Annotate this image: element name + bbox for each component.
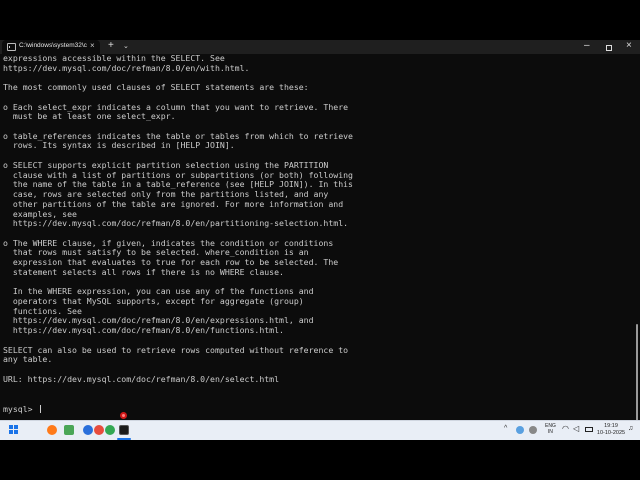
- terminal-line: operators that MySQL supports, except fo…: [3, 295, 304, 306]
- chrome-icon[interactable]: [105, 425, 115, 435]
- tray-app-icon-2[interactable]: [529, 426, 537, 434]
- terminal-line: https://dev.mysql.com/doc/refman/8.0/en/…: [3, 325, 284, 336]
- terminal-taskbar-icon[interactable]: [119, 425, 129, 435]
- letterbox-bottom: [0, 440, 640, 480]
- battery-icon[interactable]: [585, 427, 593, 432]
- notification-bell-icon[interactable]: ♫: [628, 425, 633, 432]
- clock-time: 19:19: [604, 423, 618, 429]
- prompt-line[interactable]: mysql>: [3, 404, 41, 414]
- tab-close-icon[interactable]: ×: [90, 41, 95, 50]
- cursor-highlight-icon: [120, 412, 127, 419]
- store-icon[interactable]: [83, 425, 93, 435]
- chevron-up-icon[interactable]: ^: [504, 425, 507, 432]
- clock-date: 10-10-2025: [596, 430, 626, 436]
- language-region: IN: [547, 429, 553, 435]
- text-cursor: [39, 405, 41, 413]
- minimize-button[interactable]: –: [584, 40, 590, 51]
- terminal-line: statement selects all rows if there is n…: [3, 266, 284, 277]
- terminal-line: https://dev.mysql.com/doc/refman/8.0/en/…: [3, 62, 250, 73]
- terminal-output[interactable]: expressions accessible within the SELECT…: [0, 53, 640, 464]
- terminal-line: URL: https://dev.mysql.com/doc/refman/8.…: [3, 373, 280, 384]
- volume-icon[interactable]: ◁: [573, 424, 579, 433]
- terminal-line: The most commonly used clauses of SELECT…: [3, 82, 309, 93]
- wifi-icon[interactable]: ◠: [562, 424, 569, 433]
- chevron-down-icon[interactable]: ⌄: [123, 42, 129, 50]
- terminal-line: rows. Its syntax is described in [HELP J…: [3, 140, 235, 151]
- terminal-line: SELECT can also be used to retrieve rows…: [3, 344, 349, 355]
- terminal-icon: [7, 43, 16, 51]
- terminal-text: expressions accessible within the SELECT…: [3, 53, 603, 404]
- terminal-line: any table.: [3, 354, 53, 365]
- terminal-line: other partitions of the table are ignore…: [3, 198, 344, 209]
- windows-start-icon[interactable]: [9, 425, 19, 435]
- language-indicator[interactable]: ENG IN: [545, 423, 556, 435]
- mail-icon[interactable]: [94, 425, 104, 435]
- firefox-icon[interactable]: [47, 425, 57, 435]
- new-tab-button[interactable]: +: [108, 40, 114, 51]
- close-button[interactable]: ×: [626, 40, 632, 51]
- edge-icon[interactable]: [64, 425, 74, 435]
- clock[interactable]: 19:19 10-10-2025: [596, 423, 626, 437]
- terminal-line: https://dev.mysql.com/doc/refman/8.0/en/…: [3, 218, 349, 229]
- maximize-button[interactable]: [606, 45, 612, 51]
- letterbox-top: [0, 0, 640, 40]
- tray-app-icon[interactable]: [516, 426, 524, 434]
- terminal-line: must be at least one select_expr.: [3, 111, 176, 122]
- tab-cmd[interactable]: C:\windows\system32\cmd.ex ×: [2, 40, 100, 54]
- tab-title: C:\windows\system32\cmd.ex: [19, 42, 87, 49]
- mysql-prompt: mysql>: [3, 404, 38, 414]
- folder-icon[interactable]: [28, 425, 38, 435]
